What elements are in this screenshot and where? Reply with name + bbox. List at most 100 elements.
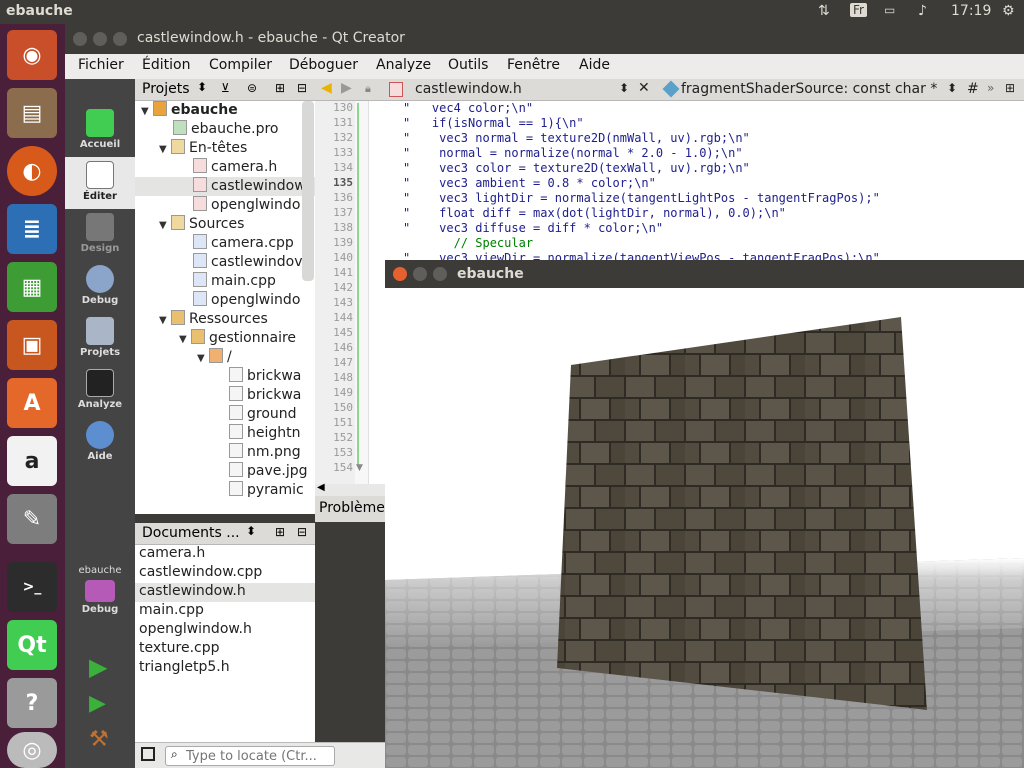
chevron-down-icon[interactable]: ⬍ xyxy=(197,80,207,94)
maximize-icon[interactable] xyxy=(113,32,127,46)
output-pane-tab[interactable]: Problème xyxy=(315,496,385,522)
lock-icon[interactable]: 🔒︎ xyxy=(365,82,371,96)
chevron-down-icon[interactable]: ⬍ xyxy=(246,524,256,538)
list-item[interactable]: castlewindow.cpp xyxy=(135,564,315,583)
menu-fenetre[interactable]: Fenêtre xyxy=(507,57,560,73)
amazon-icon[interactable]: a xyxy=(7,436,57,486)
minimize-icon[interactable] xyxy=(93,32,107,46)
opengl-viewport[interactable] xyxy=(385,288,1024,768)
menu-deboguer[interactable]: Déboguer xyxy=(289,57,358,73)
impress-icon[interactable]: ▣ xyxy=(7,320,57,370)
horizontal-scrollbar[interactable]: ◀ xyxy=(315,482,385,496)
tree-item-qrc[interactable]: ▼ gestionnaire xyxy=(179,329,296,348)
kit-selector[interactable]: ebauche Debug xyxy=(65,563,135,633)
menu-outils[interactable]: Outils xyxy=(448,57,488,73)
battery-icon[interactable]: ▭ xyxy=(884,3,895,17)
forward-arrow-icon[interactable]: ▶ xyxy=(341,80,352,96)
editor-file-tab[interactable]: castlewindow.h xyxy=(415,81,522,97)
ubuntu-dash-icon[interactable]: ◉ xyxy=(7,30,57,80)
close-pane-icon[interactable]: ⊟ xyxy=(297,81,307,95)
tree-item-resource[interactable]: brickwa xyxy=(229,386,301,405)
documents-pane-title[interactable]: Documents ... xyxy=(142,525,240,541)
writer-icon[interactable]: ≣ xyxy=(7,204,57,254)
close-document-icon[interactable]: ✕ xyxy=(638,80,650,96)
run-icon[interactable]: ▶ xyxy=(89,653,107,681)
menu-compiler[interactable]: Compiler xyxy=(209,57,272,73)
tree-item-file[interactable]: camera.cpp xyxy=(193,234,294,253)
mode-accueil[interactable]: Accueil xyxy=(65,105,135,157)
tree-item-resource[interactable]: ground xyxy=(229,405,297,424)
maximize-icon[interactable] xyxy=(433,267,447,281)
sidebar-toggle-icon[interactable] xyxy=(141,747,155,761)
tree-scrollbar[interactable] xyxy=(302,101,314,281)
clock[interactable]: 17:19 xyxy=(951,3,991,19)
mode-design[interactable]: Design xyxy=(65,209,135,261)
chevron-down-icon[interactable]: ⬍ xyxy=(619,81,629,95)
menu-analyze[interactable]: Analyze xyxy=(376,57,431,73)
files-icon[interactable]: ▤ xyxy=(7,88,57,138)
projects-pane-title[interactable]: Projets xyxy=(142,81,190,97)
tree-item-file[interactable]: main.cpp xyxy=(193,272,276,291)
list-item[interactable]: texture.cpp xyxy=(135,640,315,659)
fold-margin[interactable]: ▼ xyxy=(355,101,369,491)
build-hammer-icon[interactable]: ⚒ xyxy=(89,727,109,752)
list-item-selected[interactable]: castlewindow.h xyxy=(135,583,315,602)
split-icon[interactable]: ⊞ xyxy=(275,525,285,539)
mode-projets[interactable]: Projets xyxy=(65,313,135,365)
calc-icon[interactable]: ▦ xyxy=(7,262,57,312)
filter-icon[interactable]: ⊻ xyxy=(221,81,230,95)
tree-folder-headers[interactable]: ▼ En-têtes xyxy=(159,139,247,158)
tree-item-project[interactable]: ▼ ebauche xyxy=(141,101,238,120)
network-icon[interactable]: ⇅ xyxy=(818,3,830,19)
tree-item-file[interactable]: openglwindo xyxy=(193,291,300,310)
system-settings-icon[interactable]: ✎ xyxy=(7,494,57,544)
list-item[interactable]: openglwindow.h xyxy=(135,621,315,640)
keyboard-layout-indicator[interactable]: Fr xyxy=(850,3,867,17)
tree-item-resource[interactable]: nm.png xyxy=(229,443,301,462)
power-gear-icon[interactable]: ⚙ xyxy=(1002,3,1015,19)
close-icon[interactable] xyxy=(73,32,87,46)
tree-item-pro-file[interactable]: ebauche.pro xyxy=(173,120,279,139)
dvd-icon[interactable]: ◎ xyxy=(7,732,57,768)
tree-item-file[interactable]: castlewindov xyxy=(193,253,303,272)
list-item[interactable]: camera.h xyxy=(135,545,315,564)
tree-item-resource[interactable]: pave.jpg xyxy=(229,462,307,481)
software-center-icon[interactable]: A xyxy=(7,378,57,428)
tree-item-resource[interactable]: brickwa xyxy=(229,367,301,386)
split-icon[interactable]: ⊞ xyxy=(275,81,285,95)
tree-item-file-selected[interactable]: castlewindow xyxy=(135,177,315,196)
mode-analyze[interactable]: Analyze xyxy=(65,365,135,417)
terminal-icon[interactable]: >_ xyxy=(7,562,57,612)
tree-folder-sources[interactable]: ▼ Sources xyxy=(159,215,244,234)
menu-aide[interactable]: Aide xyxy=(579,57,610,73)
more-icon[interactable]: » xyxy=(987,81,994,95)
minimize-icon[interactable] xyxy=(413,267,427,281)
symbol-selector[interactable]: fragmentShaderSource: const char * xyxy=(681,81,937,97)
mode-editer[interactable]: Éditer xyxy=(65,157,135,209)
link-icon[interactable]: ⊜ xyxy=(247,81,257,95)
qt-creator-icon[interactable]: Qt xyxy=(7,620,57,670)
list-item[interactable]: triangletp5.h xyxy=(135,659,315,678)
tree-folder-root[interactable]: ▼ / xyxy=(197,348,232,367)
tree-item-file[interactable]: camera.h xyxy=(193,158,277,177)
firefox-icon[interactable]: ◐ xyxy=(7,146,57,196)
close-icon[interactable] xyxy=(393,267,407,281)
back-arrow-icon[interactable]: ◀ xyxy=(321,80,332,96)
volume-icon[interactable]: ♪ xyxy=(918,3,927,19)
split-icon[interactable]: ⊞ xyxy=(1005,81,1015,95)
tree-item-resource[interactable]: heightn xyxy=(229,424,301,443)
chevron-down-icon[interactable]: ⬍ xyxy=(947,81,957,95)
tree-folder-resources[interactable]: ▼ Ressources xyxy=(159,310,268,329)
help-icon[interactable]: ? xyxy=(7,678,57,728)
mode-aide[interactable]: Aide xyxy=(65,417,135,469)
close-pane-icon[interactable]: ⊟ xyxy=(297,525,307,539)
menu-fichier[interactable]: Fichier xyxy=(78,57,124,73)
scroll-left-icon[interactable]: ◀ xyxy=(317,482,325,493)
mode-debug[interactable]: Debug xyxy=(65,261,135,313)
tree-item-resource[interactable]: pyramic xyxy=(229,481,304,500)
debug-run-icon[interactable]: ▶ xyxy=(89,691,106,716)
locator-input[interactable] xyxy=(165,746,335,766)
menu-edition[interactable]: Édition xyxy=(142,57,190,73)
hash-button[interactable]: # xyxy=(967,81,979,97)
list-item[interactable]: main.cpp xyxy=(135,602,315,621)
